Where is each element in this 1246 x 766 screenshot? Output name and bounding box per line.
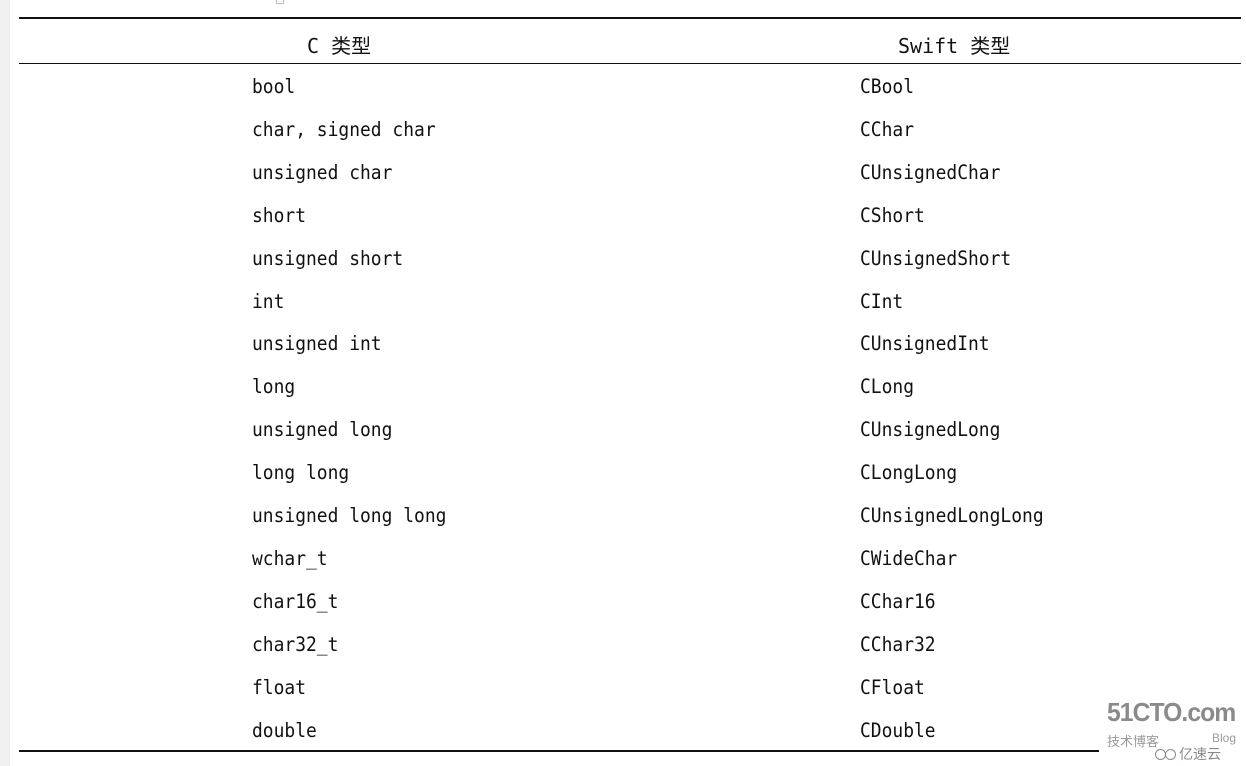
c-type-cell: unsigned long <box>252 418 393 442</box>
yisu-cloud-logo-icon <box>1155 748 1177 760</box>
table-bottom-rule <box>19 750 1099 752</box>
swift-type-cell: CUnsignedInt <box>860 332 990 356</box>
swift-type-cell: CFloat <box>860 675 925 699</box>
c-type-cell: unsigned char <box>252 160 393 184</box>
watermark-partner: 亿速云 <box>1155 744 1221 764</box>
c-type-cell: double <box>252 718 317 742</box>
swift-type-cell: CUnsignedShort <box>860 246 1012 270</box>
c-type-cell: char16_t <box>252 589 339 613</box>
watermark-partner-label: 亿速云 <box>1179 747 1221 763</box>
watermark-subtitle: 技术博客 <box>1107 735 1160 750</box>
header-swift-type: Swift 类型 <box>898 34 1011 58</box>
swift-type-cell: CUnsignedChar <box>860 160 1001 184</box>
header-rule <box>19 63 1241 64</box>
c-type-cell: unsigned long long <box>252 504 447 527</box>
swift-type-cell: CUnsignedLongLong <box>860 504 1044 527</box>
swift-type-cell: CLongLong <box>860 461 958 485</box>
c-type-cell: char32_t <box>252 632 339 656</box>
swift-type-cell: CLong <box>860 375 915 399</box>
swift-type-cell: CChar32 <box>860 632 936 656</box>
swift-type-cell: CShort <box>860 203 925 227</box>
swift-type-cell: CChar <box>860 117 915 141</box>
c-type-cell: unsigned int <box>252 332 382 356</box>
watermark: 51CTO.com 技术博客 Blog 亿速云 <box>1105 697 1240 763</box>
swift-type-cell: CUnsignedLong <box>860 418 1001 442</box>
c-type-cell: wchar_t <box>252 546 328 570</box>
table-top-rule <box>19 17 1241 19</box>
swift-type-cell: CBool <box>860 75 915 98</box>
watermark-brand: 51CTO.com <box>1107 697 1236 727</box>
c-type-cell: short <box>252 203 307 227</box>
swift-type-cell: CWideChar <box>860 546 958 570</box>
watermark-blog: Blog <box>1211 731 1236 745</box>
header-c-type: C 类型 <box>307 34 372 58</box>
c-type-cell: float <box>252 675 307 699</box>
left-margin-strip <box>0 0 10 766</box>
c-type-cell: long <box>252 375 296 399</box>
c-type-cell: unsigned short <box>252 246 404 270</box>
anchor-mark <box>276 0 284 4</box>
c-type-cell: bool <box>252 75 296 98</box>
c-type-cell: int <box>252 289 285 313</box>
c-type-cell: char, signed char <box>252 117 436 141</box>
c-type-cell: long long <box>252 461 350 485</box>
swift-type-cell: CChar16 <box>860 589 936 613</box>
swift-type-cell: CInt <box>860 289 904 313</box>
swift-type-cell: CDouble <box>860 718 936 742</box>
